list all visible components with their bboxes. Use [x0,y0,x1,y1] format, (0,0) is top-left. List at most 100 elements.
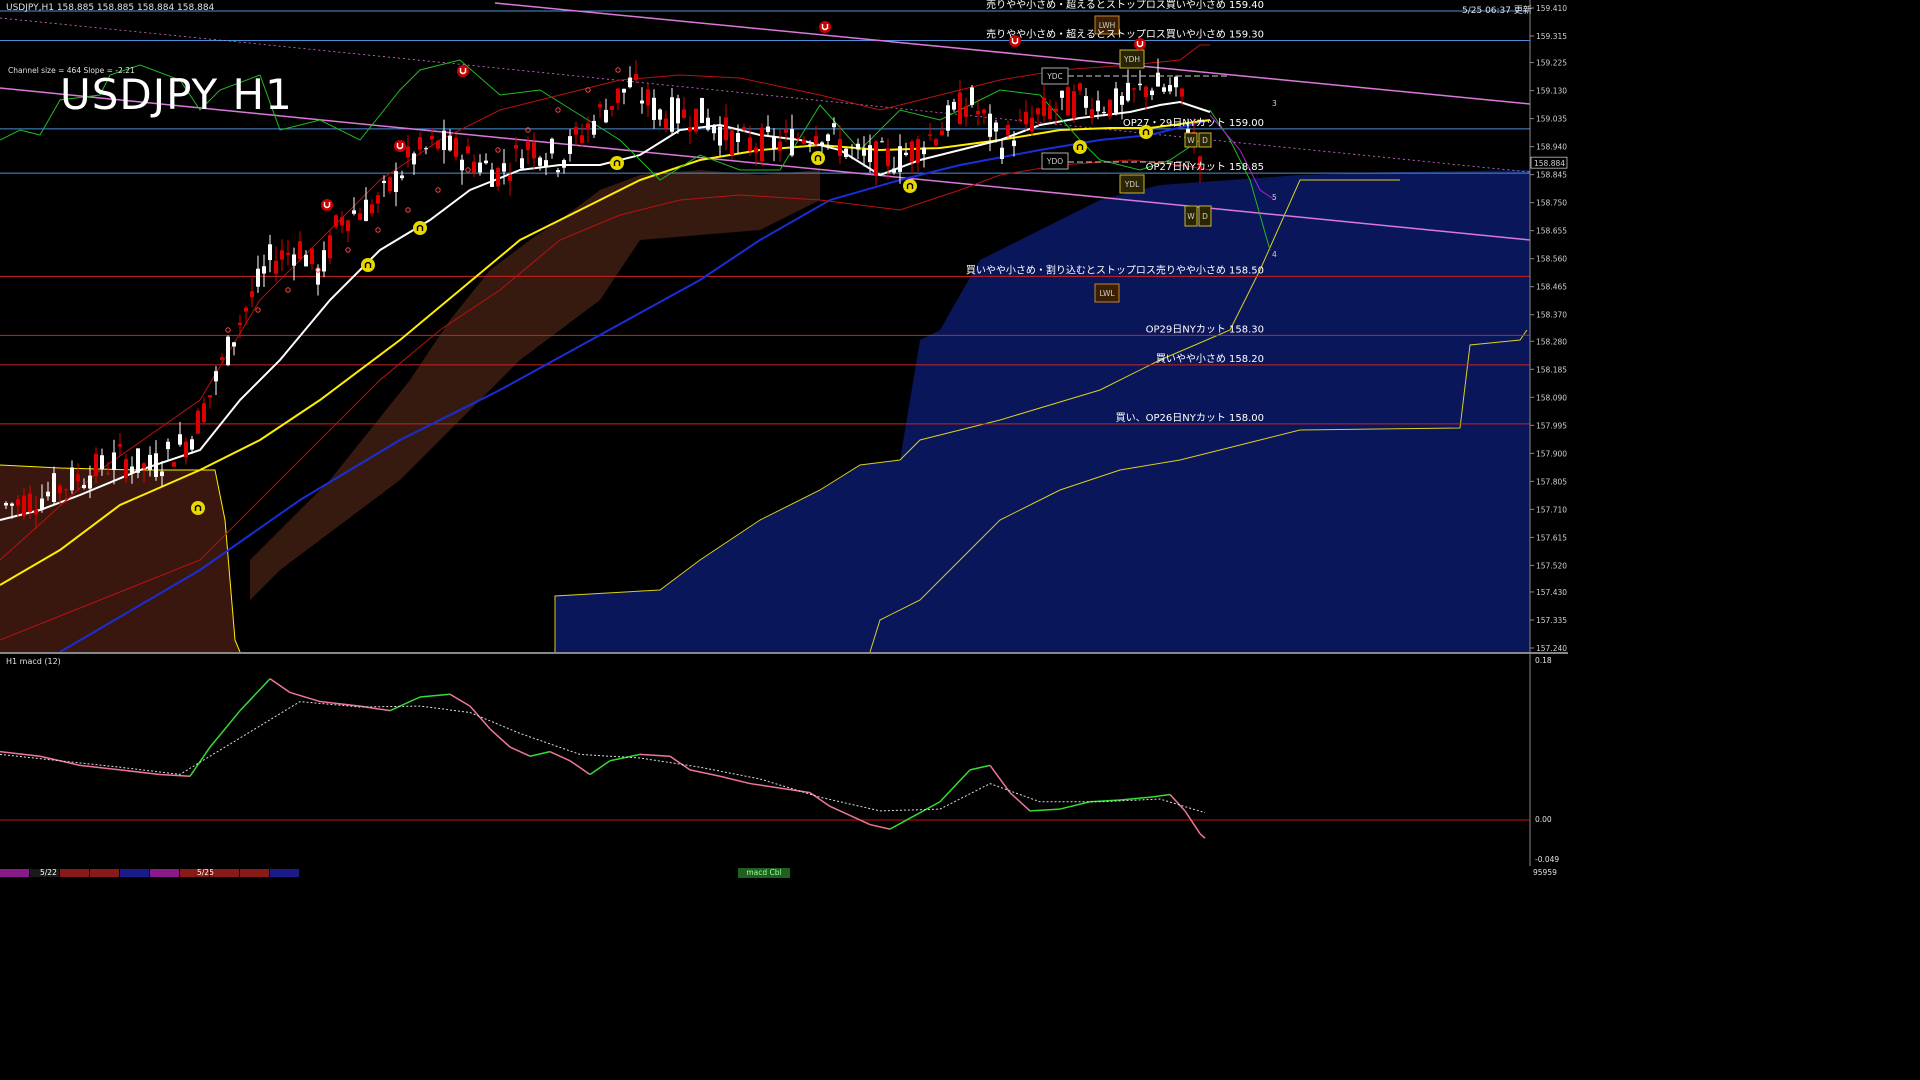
candle-body [820,142,824,146]
candle-body [412,153,416,165]
candle-body [94,453,98,477]
buy-signal-icon [811,151,825,165]
candle-body [634,74,638,81]
axis-tick-label: 157.430 [1536,588,1567,597]
candle-body [1174,76,1178,88]
candle-body [604,109,608,123]
candle-body [400,175,404,179]
candle-body [556,170,560,173]
level-label: 売りやや小さめ・超えるとストップロス買いや小さめ 159.30 [986,27,1264,40]
candle-body [502,163,506,172]
candle-body [424,148,428,150]
session-segment [120,869,149,877]
level-label: OP27・29日NYカット 159.00 [1123,117,1264,129]
candle-body [880,141,884,143]
candle-body [208,395,212,398]
candle-body [1078,83,1082,91]
buy-signal-icon [1073,140,1087,154]
buy-signal-icon [361,258,375,272]
candle-body [520,158,524,169]
sell-signal-icon [394,140,406,152]
session-segment [150,869,179,877]
wave-label: 3 [1272,99,1277,108]
price-axis: 159.410 159.315 159.225 159.130 159.035 158.9… [1530,4,1568,652]
candle-body [358,213,362,220]
candle-body [526,141,530,151]
candle-body [610,106,614,111]
candle-body [1096,100,1100,112]
candle-body [1018,119,1022,121]
candle-body [1102,111,1106,113]
candle-body [1006,124,1010,136]
candle-body [802,139,806,144]
candle-body [670,97,674,132]
candle-body [970,87,974,105]
candle-body [34,509,38,515]
axis-tick-label: 157.900 [1536,449,1567,458]
candle-body [256,268,260,287]
candle-body [382,180,386,184]
candle-body [922,147,926,155]
candle-body [868,145,872,163]
candle-body [514,145,518,149]
candle-body [364,199,368,222]
candle-body [778,141,782,151]
axis-tick-label: 159.130 [1536,87,1567,96]
candle-body [730,130,734,155]
candle-body [538,157,542,166]
axis-tick-label: 158.090 [1536,393,1567,402]
candle-body [454,137,458,158]
candle-body [592,120,596,135]
candle-body [814,136,818,145]
candle-body [28,493,32,512]
candle-body [706,117,710,130]
candle-body [568,136,572,154]
ydl-label: YDL [1124,180,1140,189]
candle-body [124,459,128,478]
candle-body [688,127,692,132]
candle-body [772,136,776,150]
candle-body [550,138,554,154]
candle-body [646,89,650,106]
candle-body [1180,88,1184,97]
candle-body [1120,95,1124,105]
w-lower-label: W [1187,212,1195,221]
candle-body [76,474,80,482]
ydo-label: YDO [1046,157,1063,166]
candle-body [676,98,680,124]
candle-body [100,455,104,470]
axis-tick-label: 158.750 [1536,199,1567,208]
candle-body [484,160,488,164]
candle-body [88,475,92,489]
candle-body [160,471,164,477]
candle-body [1042,97,1046,117]
chart-title: USDJPY H1 [60,70,293,119]
candle-body [1114,88,1118,113]
candle-body [508,175,512,181]
d-upper-label: D [1202,136,1208,145]
candle-body [736,133,740,143]
session-segment [60,869,89,877]
candle-body [340,217,344,226]
candle-body [1054,108,1058,112]
candle-body [1186,128,1190,134]
candle-body [790,129,794,156]
sell-signal-icon [321,199,333,211]
candle-body [766,126,770,133]
candle-body [862,149,866,156]
axis-tick-label: 158.845 [1536,171,1567,180]
candle-body [184,441,188,458]
candle-body [130,466,134,473]
candle-body [994,122,998,132]
candle-body [952,101,956,110]
axis-tick-label: 158.465 [1536,283,1567,292]
buy-signal-icon [413,221,427,235]
candle-body [580,135,584,143]
candle-body [496,167,500,187]
candle-body [904,152,908,156]
level-label: 買いやや小さめ 158.20 [1156,353,1264,365]
candle-body [946,105,950,131]
candle-body [106,472,110,474]
candle-body [388,177,392,192]
candle-body [628,77,632,88]
